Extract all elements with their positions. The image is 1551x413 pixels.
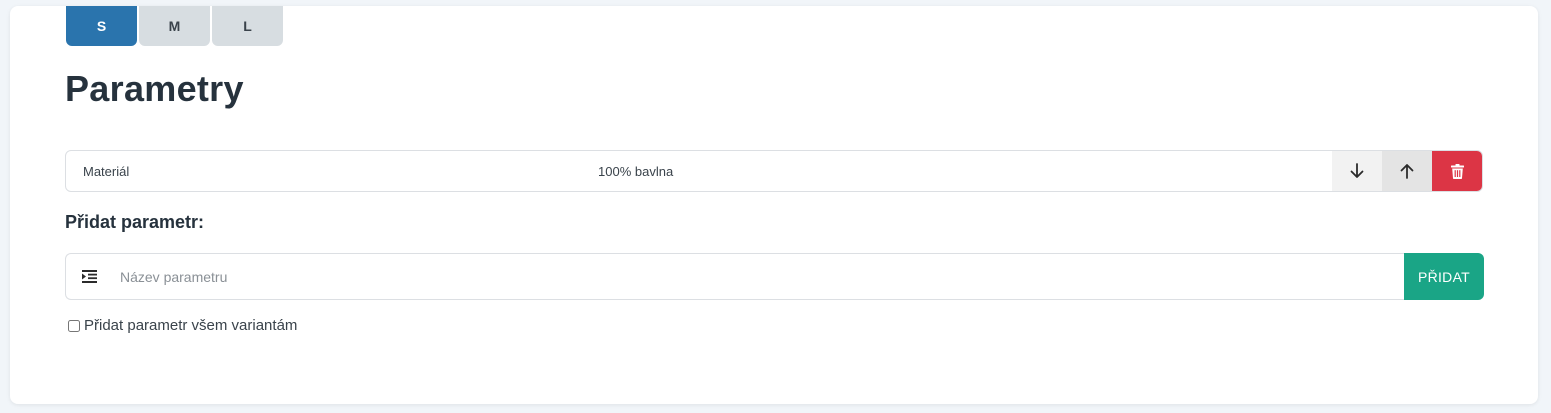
all-variants-checkbox[interactable] bbox=[68, 319, 80, 332]
arrow-up-icon bbox=[1400, 164, 1414, 179]
parameter-value: 100% bavlna bbox=[598, 163, 674, 179]
parameter-input-group bbox=[65, 253, 1404, 300]
move-up-button[interactable] bbox=[1382, 151, 1432, 191]
section-title: Parametry bbox=[65, 68, 244, 109]
delete-parameter-button[interactable] bbox=[1432, 151, 1482, 191]
arrow-down-icon bbox=[1350, 163, 1364, 178]
add-parameter-button[interactable]: PŘIDAT bbox=[1404, 253, 1484, 300]
size-tab-s[interactable]: S bbox=[66, 6, 137, 46]
all-variants-option[interactable]: Přidat parametr všem variantám bbox=[67, 317, 297, 334]
size-tab-l[interactable]: L bbox=[212, 6, 283, 46]
add-parameter-title: Přidat parametr: bbox=[65, 212, 205, 232]
indent-icon bbox=[68, 270, 112, 283]
add-parameter-row: PŘIDAT bbox=[65, 253, 1484, 300]
size-tabs: S M L bbox=[66, 6, 283, 46]
size-tab-m[interactable]: M bbox=[139, 6, 210, 46]
parameter-row: Materiál 100% bavlna bbox=[65, 150, 1483, 192]
parameter-name-input[interactable] bbox=[112, 253, 1404, 300]
all-variants-label: Přidat parametr všem variantám bbox=[84, 317, 298, 334]
parameter-name: Materiál bbox=[83, 163, 130, 179]
trash-icon bbox=[1450, 163, 1464, 179]
move-down-button[interactable] bbox=[1332, 151, 1382, 191]
parameters-card: S M L Parametry Materiál 100% bavlna Při… bbox=[10, 6, 1538, 404]
